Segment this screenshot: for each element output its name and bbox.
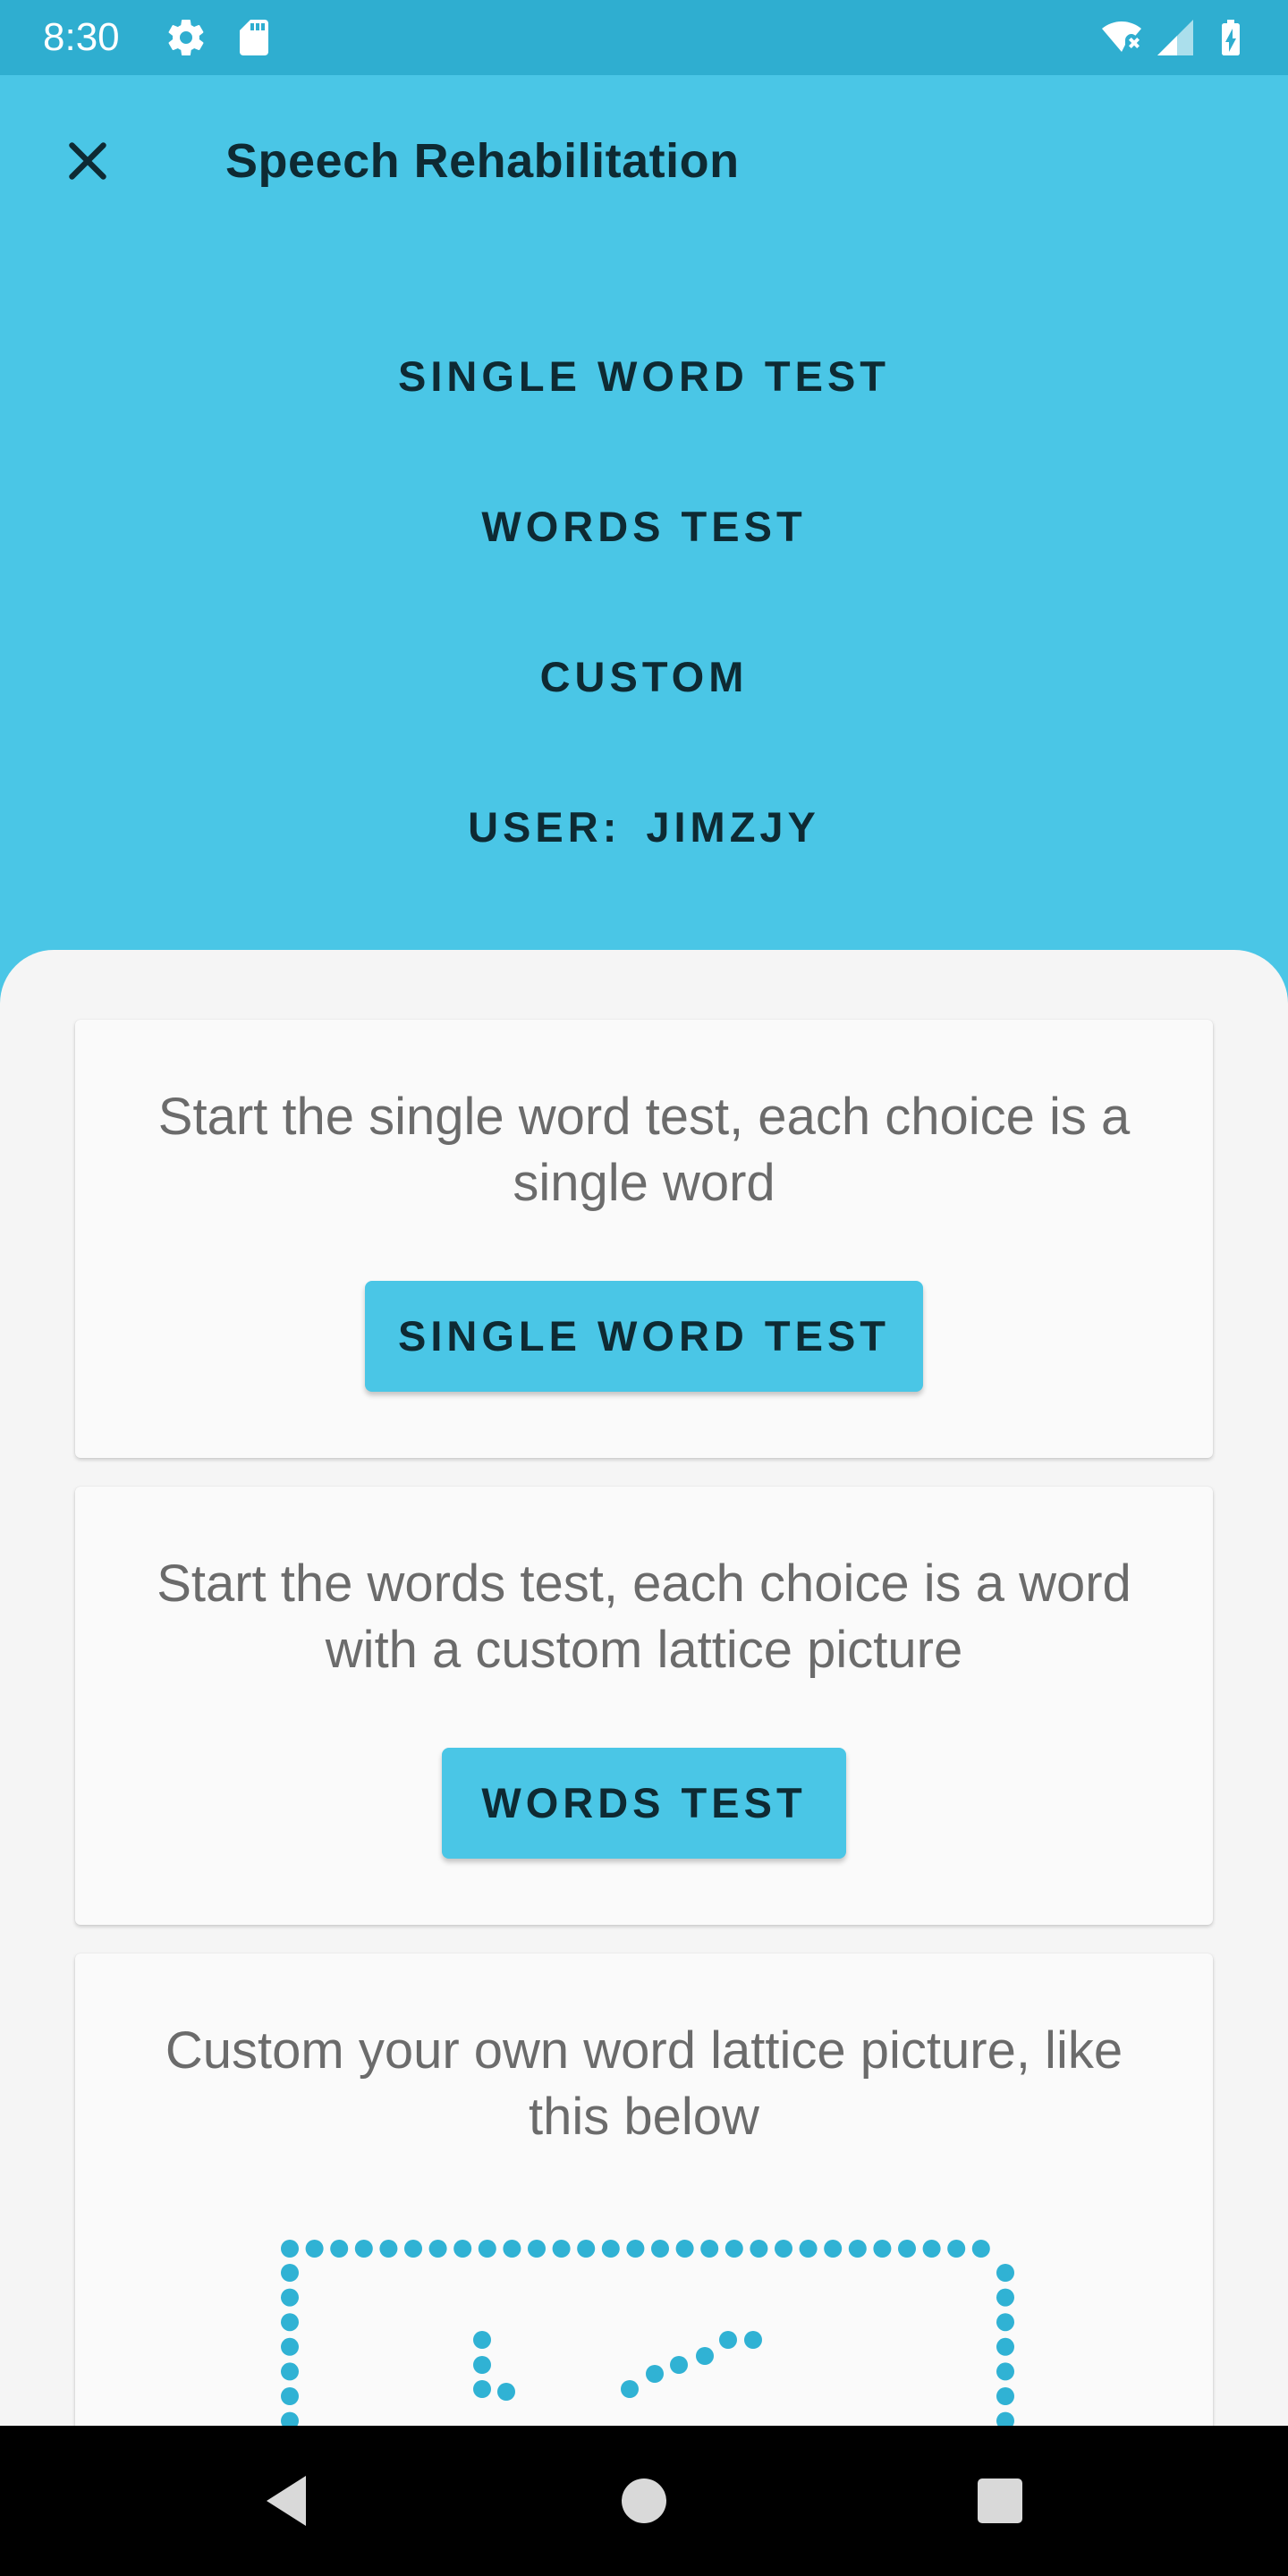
sd-card-icon [233,16,275,59]
status-time: 8:30 [43,15,120,59]
word-lattice-picture [272,2231,1095,2426]
lattice-dot [281,2387,299,2405]
lattice-dot [696,2347,714,2365]
lattice-dot [996,2288,1014,2307]
user-name: JIMZJY [646,803,820,851]
recents-icon [978,2479,1022,2523]
lattice-dot [528,2240,546,2258]
header-panel [0,75,1288,1077]
lattice-dot [996,2313,1014,2332]
lattice-dot [799,2240,818,2258]
custom-card: Custom your own word lattice picture, li… [75,1953,1213,2426]
home-icon [622,2479,666,2523]
lattice-dot [996,2387,1014,2405]
lattice-dot [824,2240,843,2258]
words-test-card: Start the words test, each choice is a w… [75,1487,1213,1925]
lattice-dot [453,2240,472,2258]
lattice-dot [750,2240,768,2258]
lattice-dot [700,2240,719,2258]
lattice-dot [281,2264,299,2282]
user-info: USER: JIMZJY [0,796,1288,859]
lattice-dot [670,2356,688,2374]
lattice-dot [473,2380,491,2398]
lattice-dot [330,2240,349,2258]
lattice-dot [996,2411,1014,2426]
lattice-dot [305,2240,324,2258]
lattice-dot [281,2313,299,2332]
lattice-dot [996,2337,1014,2356]
lattice-dot [651,2240,669,2258]
lattice-dot [379,2240,398,2258]
lattice-dot [404,2240,422,2258]
lattice-dot [626,2240,645,2258]
lattice-dot [281,2240,299,2258]
lattice-dot [497,2383,515,2401]
card-description: Start the single word test, each choice … [157,1088,1131,1212]
lattice-dot [922,2240,941,2258]
lattice-dot [646,2365,664,2383]
menu-words-test[interactable]: WORDS TEST [0,496,1288,558]
lattice-dot [552,2240,571,2258]
lattice-dot [996,2264,1014,2282]
words-test-button[interactable]: WORDS TEST [442,1748,846,1859]
page-title: Speech Rehabilitation [225,134,740,188]
lattice-dot [577,2240,596,2258]
navigation-bar [0,2426,1288,2576]
card-description: Custom your own word lattice picture, li… [165,2021,1123,2146]
single-word-test-button[interactable]: SINGLE WORD TEST [365,1281,923,1392]
lattice-dot [971,2240,990,2258]
lattice-dot [724,2240,743,2258]
lattice-dot [473,2356,491,2374]
lattice-dot [744,2331,762,2349]
wifi-off-icon [1100,16,1143,59]
gear-icon [165,16,208,59]
back-icon [267,2476,306,2526]
card-description: Start the words test, each choice is a w… [157,1555,1131,1679]
lattice-dot [947,2240,966,2258]
signal-icon [1154,16,1197,59]
lattice-dot [281,2411,299,2426]
close-button[interactable] [43,116,132,206]
lattice-dot [775,2240,792,2258]
lattice-dot [898,2240,916,2258]
battery-charging-icon [1209,16,1252,59]
back-button[interactable] [250,2465,322,2537]
single-word-test-card: Start the single word test, each choice … [75,1020,1213,1458]
lattice-dots [281,2240,1014,2426]
lattice-dot [281,2337,299,2356]
user-label: USER: [468,803,622,851]
lattice-dot [601,2240,620,2258]
recents-button[interactable] [964,2465,1036,2537]
home-button[interactable] [608,2465,680,2537]
lattice-dot [503,2240,521,2258]
lattice-dot [873,2240,892,2258]
lattice-dot [428,2240,447,2258]
lattice-dot [621,2380,639,2398]
lattice-dot [675,2240,694,2258]
lattice-dot [996,2362,1014,2381]
close-icon [69,142,106,180]
lattice-dot [473,2331,491,2349]
lattice-dot [478,2240,496,2258]
lattice-dot [719,2331,737,2349]
lattice-dot [354,2240,373,2258]
content-sheet: Start the single word test, each choice … [0,950,1288,2426]
status-bar: 8:30 [0,0,1288,75]
menu-single-word-test[interactable]: SINGLE WORD TEST [0,345,1288,408]
menu-custom[interactable]: CUSTOM [0,646,1288,708]
lattice-dot [848,2240,867,2258]
lattice-dot [281,2362,299,2381]
lattice-dot [281,2288,299,2307]
